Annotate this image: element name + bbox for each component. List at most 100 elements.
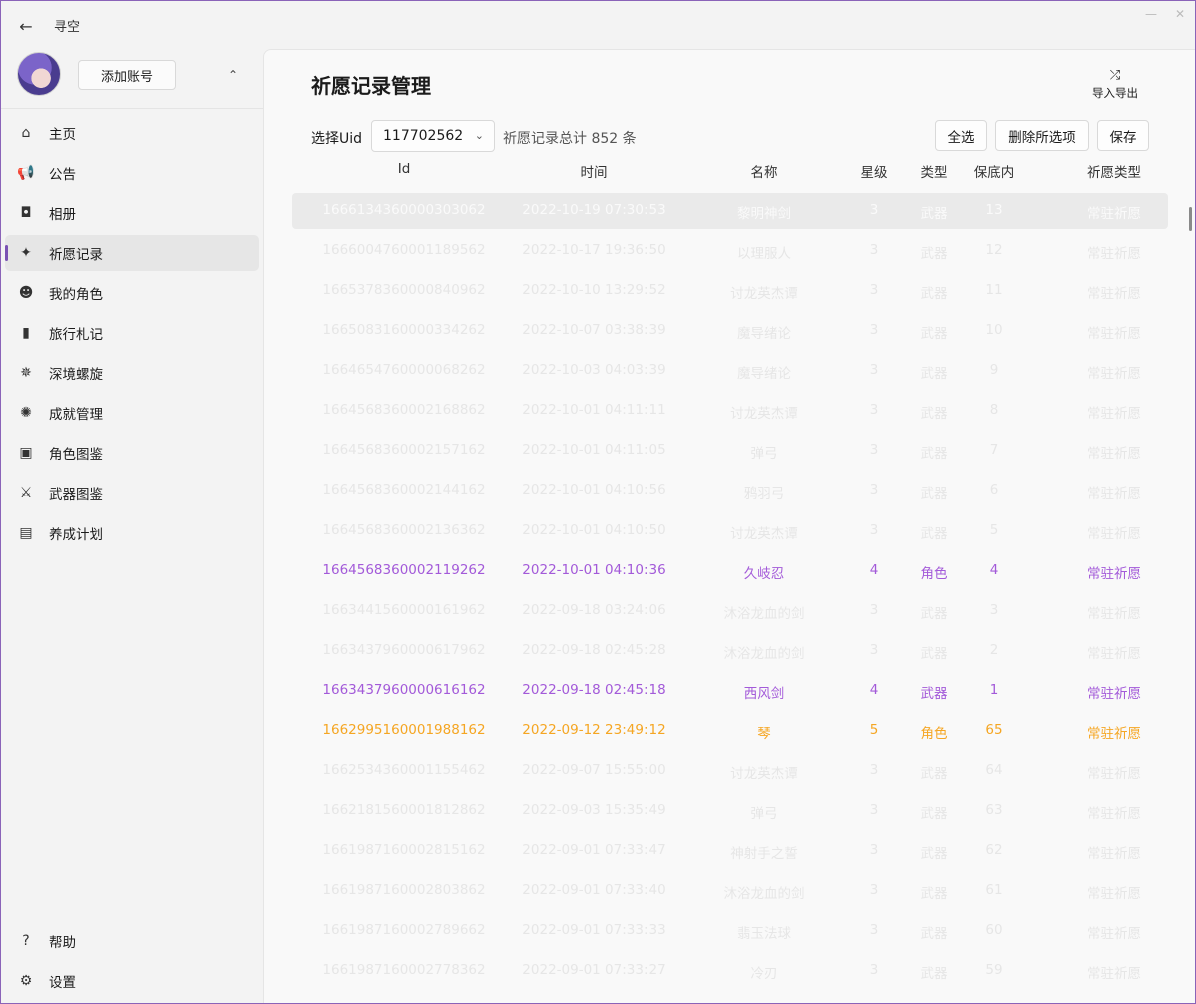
cell-rank: 3 [869, 202, 879, 218]
sidebar-item-label: 帮助 [49, 935, 76, 951]
cell-pool: 常驻祈愿 [1087, 806, 1141, 822]
help-icon: ? [22, 933, 30, 949]
minimize-icon[interactable]: — [1145, 7, 1157, 21]
table-row[interactable]: 1664568360002157162 2022-10-01 04:11:05 弹弓… [292, 433, 1168, 469]
sidebar-item-plan[interactable]: ▤ 养成计划 [5, 515, 259, 551]
table-row[interactable]: 1664568360002136362 2022-10-01 04:10:50 讨龙… [292, 513, 1168, 549]
table-row[interactable]: 1664568360002168862 2022-10-01 04:11:11 讨龙… [292, 393, 1168, 429]
cell-type: 武器 [920, 766, 948, 782]
cell-pool: 常驻祈愿 [1087, 486, 1141, 502]
sidebar-item-abyss[interactable]: ✵ 深境螺旋 [5, 355, 259, 391]
back-arrow-icon[interactable]: ← [13, 13, 39, 39]
cell-pool: 常驻祈愿 [1087, 206, 1141, 222]
table-row[interactable]: 1661987160002815162 2022-09-01 07:33:47 神射… [292, 833, 1168, 869]
close-icon[interactable]: ✕ [1175, 7, 1185, 21]
table-row[interactable]: 1663441560000161962 2022-09-18 03:24:06 沐浴… [292, 593, 1168, 629]
cell-pool: 常驻祈愿 [1087, 406, 1141, 422]
cell-id: 1661987160002789662 [322, 922, 486, 938]
cell-id: 1664568360002119262 [322, 562, 486, 578]
save-button[interactable]: 保存 [1097, 120, 1149, 151]
shuffle-icon: ⤮ [1109, 68, 1121, 83]
cell-pool: 常驻祈愿 [1087, 286, 1141, 302]
cell-id: 1664568360002144162 [322, 482, 486, 498]
table-row[interactable]: 1661987160002778362 2022-09-01 07:33:27 冷刃… [292, 953, 1168, 989]
sidebar-item-help[interactable]: ? 帮助 [5, 923, 259, 959]
table-row[interactable]: 1661987160002803862 2022-09-01 07:33:40 沐浴… [292, 873, 1168, 909]
cell-rank: 4 [869, 682, 879, 698]
book-icon: ▮ [22, 325, 30, 341]
table-row[interactable]: 1661987160002789662 2022-09-01 07:33:33 翡玉… [292, 913, 1168, 949]
cell-time: 2022-10-10 13:29:52 [522, 282, 666, 298]
cell-type: 武器 [920, 926, 948, 942]
scrollbar-thumb[interactable] [1189, 207, 1192, 231]
sidebar-item-achievement[interactable]: ✺ 成就管理 [5, 395, 259, 431]
column-header-pool[interactable]: 祈愿类型 [1087, 161, 1141, 181]
sidebar-item-character[interactable]: ☻ 我的角色 [5, 275, 259, 311]
cell-rank: 3 [869, 762, 879, 778]
cell-rank: 3 [869, 882, 879, 898]
table-row[interactable]: 1662181560001812862 2022-09-03 15:35:49 弹弓… [292, 793, 1168, 829]
expand-collapse-icon[interactable]: ⌃ [223, 63, 243, 87]
column-header-name[interactable]: 名称 [751, 161, 778, 181]
cell-type: 武器 [920, 886, 948, 902]
cell-pity: 1 [989, 682, 999, 698]
table-row[interactable]: 1665378360000840962 2022-10-10 13:29:52 讨龙… [292, 273, 1168, 309]
cell-name: 弹弓 [750, 806, 778, 822]
sidebar-item-sparkle[interactable]: ✦ 祈愿记录 [5, 235, 259, 271]
cell-rank: 5 [869, 722, 879, 738]
cell-type: 武器 [920, 646, 948, 662]
sidebar-item-label: 公告 [49, 167, 76, 183]
cell-time: 2022-09-01 07:33:40 [522, 882, 666, 898]
table-row[interactable]: 1662534360001155462 2022-09-07 15:55:00 讨龙… [292, 753, 1168, 789]
cell-type: 角色 [920, 566, 948, 582]
sidebar-item-camera[interactable]: ◘ 相册 [5, 195, 259, 231]
cell-id: 1661987160002815162 [322, 842, 486, 858]
cell-name: 魔导绪论 [737, 366, 791, 382]
cell-id: 1664568360002136362 [322, 522, 486, 538]
column-header-type[interactable]: 类型 [921, 161, 948, 181]
table-row[interactable]: 1665083160000334262 2022-10-07 03:38:39 魔导… [292, 313, 1168, 349]
table-row[interactable]: 1662995160001988162 2022-09-12 23:49:12 琴 5… [292, 713, 1168, 749]
camera-icon: ◘ [20, 205, 32, 221]
sidebar-item-settings[interactable]: ⚙ 设置 [5, 963, 259, 999]
sidebar-item-label: 深境螺旋 [49, 367, 103, 383]
cell-name: 冷刃 [750, 966, 778, 982]
cell-time: 2022-09-03 15:35:49 [522, 802, 666, 818]
table-row[interactable]: 1664568360002119262 2022-10-01 04:10:36 久岐… [292, 553, 1168, 589]
cell-name: 黎明神剑 [737, 206, 791, 222]
cell-type: 武器 [920, 326, 948, 342]
sidebar-item-label: 祈愿记录 [49, 247, 103, 263]
cell-rank: 3 [869, 482, 879, 498]
uid-select[interactable]: 117702562 ⌄ [371, 120, 495, 152]
column-header-rank[interactable]: 星级 [861, 161, 888, 181]
table-row[interactable]: 1663437960000616162 2022-09-18 02:45:18 西风… [292, 673, 1168, 709]
sidebar-item-character-archive[interactable]: ▣ 角色图鉴 [5, 435, 259, 471]
table-row[interactable]: 1666134360000303062 2022-10-19 07:30:53 黎明… [292, 193, 1168, 229]
uid-value: 117702562 [383, 128, 464, 144]
add-account-button[interactable]: 添加账号 [78, 60, 176, 90]
table-row[interactable]: 1664654760000068262 2022-10-03 04:03:39 魔导… [292, 353, 1168, 389]
table-row[interactable]: 1666004760001189562 2022-10-17 19:36:50 以理… [292, 233, 1168, 269]
cell-name: 翡玉法球 [737, 926, 791, 942]
sidebar-item-home[interactable]: ⌂ 主页 [5, 115, 259, 151]
sidebar-item-label: 成就管理 [49, 407, 103, 423]
table-row[interactable]: 1663437960000617962 2022-09-18 02:45:28 沐浴… [292, 633, 1168, 669]
avatar[interactable] [17, 52, 61, 96]
cell-name: 沐浴龙血的剑 [723, 886, 805, 902]
column-header-id[interactable]: Id [398, 161, 411, 177]
cell-pool: 常驻祈愿 [1087, 686, 1141, 702]
cell-name: 沐浴龙血的剑 [723, 646, 805, 662]
select-all-button[interactable]: 全选 [935, 120, 987, 151]
sidebar-item-label: 武器图鉴 [49, 487, 103, 503]
column-header-pity[interactable]: 保底内 [974, 161, 1015, 181]
account-panel: 添加账号 ⌃ [1, 49, 263, 109]
column-header-time[interactable]: 时间 [581, 161, 608, 181]
sidebar-item-megaphone[interactable]: 📢 公告 [5, 155, 259, 191]
cell-pool: 常驻祈愿 [1087, 726, 1141, 742]
sidebar-item-weapon[interactable]: ⚔ 武器图鉴 [5, 475, 259, 511]
sidebar-item-book[interactable]: ▮ 旅行札记 [5, 315, 259, 351]
cell-type: 武器 [920, 526, 948, 542]
import-export-button[interactable]: ⤮ 导入导出 [1084, 68, 1146, 101]
delete-selected-button[interactable]: 删除所选项 [995, 120, 1089, 151]
table-row[interactable]: 1664568360002144162 2022-10-01 04:10:56 鸦羽… [292, 473, 1168, 509]
